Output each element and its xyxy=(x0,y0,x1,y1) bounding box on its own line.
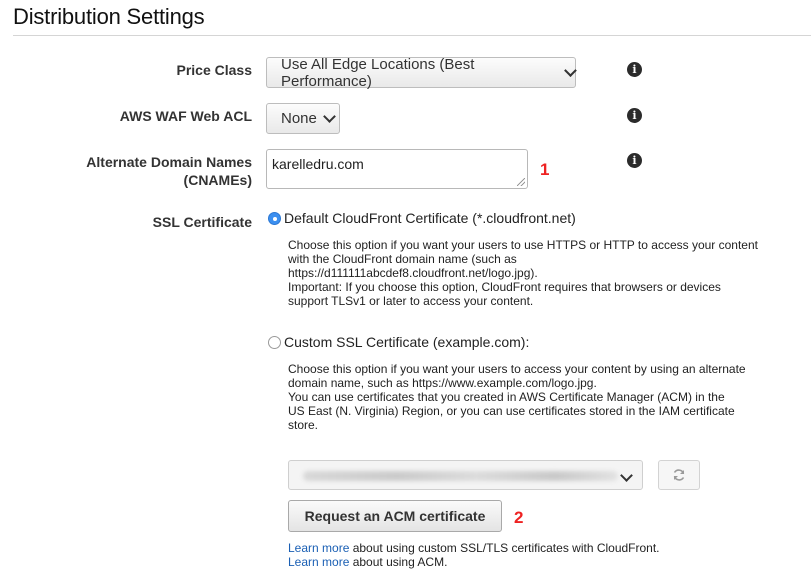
price-class-value: Use All Edge Locations (Best Performance… xyxy=(281,55,475,90)
desc-line: store. xyxy=(288,418,319,432)
cnames-input[interactable]: karelledru.com xyxy=(266,149,528,189)
desc-line: US East (N. Virginia) Region, or you can… xyxy=(288,404,735,418)
custom-cert-description: Choose this option if you want your user… xyxy=(288,362,778,432)
ssl-label: SSL Certificate xyxy=(152,214,252,230)
custom-cert-label[interactable]: Custom SSL Certificate (example.com): xyxy=(284,334,529,350)
waf-value: None xyxy=(281,110,317,127)
default-cert-description: Choose this option if you want your user… xyxy=(288,238,778,308)
learn-more-ssl-line: Learn more about using custom SSL/TLS ce… xyxy=(288,541,660,555)
refresh-button[interactable] xyxy=(658,460,700,490)
learn-more-acm-text: about using ACM. xyxy=(349,555,448,569)
chevron-down-icon xyxy=(564,64,577,77)
desc-line: You can use certificates that you create… xyxy=(288,390,725,404)
cnames-value: karelledru.com xyxy=(272,156,364,172)
request-acm-certificate-button[interactable]: Request an ACM certificate xyxy=(288,500,502,532)
annotation-2: 2 xyxy=(514,508,524,527)
default-cert-label[interactable]: Default CloudFront Certificate (*.cloudf… xyxy=(284,210,576,226)
desc-line: Choose this option if you want your user… xyxy=(288,362,746,376)
title-divider xyxy=(13,35,811,36)
desc-line: Choose this option if you want your user… xyxy=(288,238,758,252)
waf-select[interactable]: None xyxy=(266,103,340,134)
desc-line: domain name, such as https://www.example… xyxy=(288,376,597,390)
learn-more-ssl-link[interactable]: Learn more xyxy=(288,541,349,555)
price-class-label: Price Class xyxy=(176,62,253,78)
info-icon[interactable]: i xyxy=(627,153,642,168)
default-cert-radio[interactable] xyxy=(268,212,281,225)
desc-line: support TLSv1 or later to access your co… xyxy=(288,294,534,308)
desc-line: Important: If you choose this option, Cl… xyxy=(288,280,721,294)
custom-cert-radio[interactable] xyxy=(268,336,281,349)
cnames-label: Alternate Domain Names (CNAMEs) xyxy=(22,153,252,189)
info-icon[interactable]: i xyxy=(627,62,642,77)
info-icon[interactable]: i xyxy=(627,108,642,123)
resize-grip[interactable] xyxy=(517,178,525,186)
refresh-icon xyxy=(673,469,685,481)
waf-label: AWS WAF Web ACL xyxy=(119,108,252,124)
desc-line: https://d111111abcdef8.cloudfront.net/lo… xyxy=(288,266,538,280)
price-class-select[interactable]: Use All Edge Locations (Best Performance… xyxy=(266,55,577,90)
learn-more-acm-link[interactable]: Learn more xyxy=(288,555,349,569)
section-title: Distribution Settings xyxy=(13,4,205,29)
chevron-down-icon xyxy=(322,110,336,123)
learn-more-acm-line: Learn more about using ACM. xyxy=(288,555,447,569)
desc-line: with the CloudFront domain name (such as xyxy=(288,252,517,266)
learn-more-ssl-text: about using custom SSL/TLS certificates … xyxy=(349,541,660,555)
certificate-select[interactable] xyxy=(288,460,643,490)
cnames-label-line1: Alternate Domain Names xyxy=(86,154,252,170)
redacted-certificate xyxy=(303,471,618,481)
cnames-label-line2: (CNAMEs) xyxy=(183,172,252,188)
annotation-1: 1 xyxy=(540,160,550,179)
chevron-down-icon xyxy=(620,469,633,482)
